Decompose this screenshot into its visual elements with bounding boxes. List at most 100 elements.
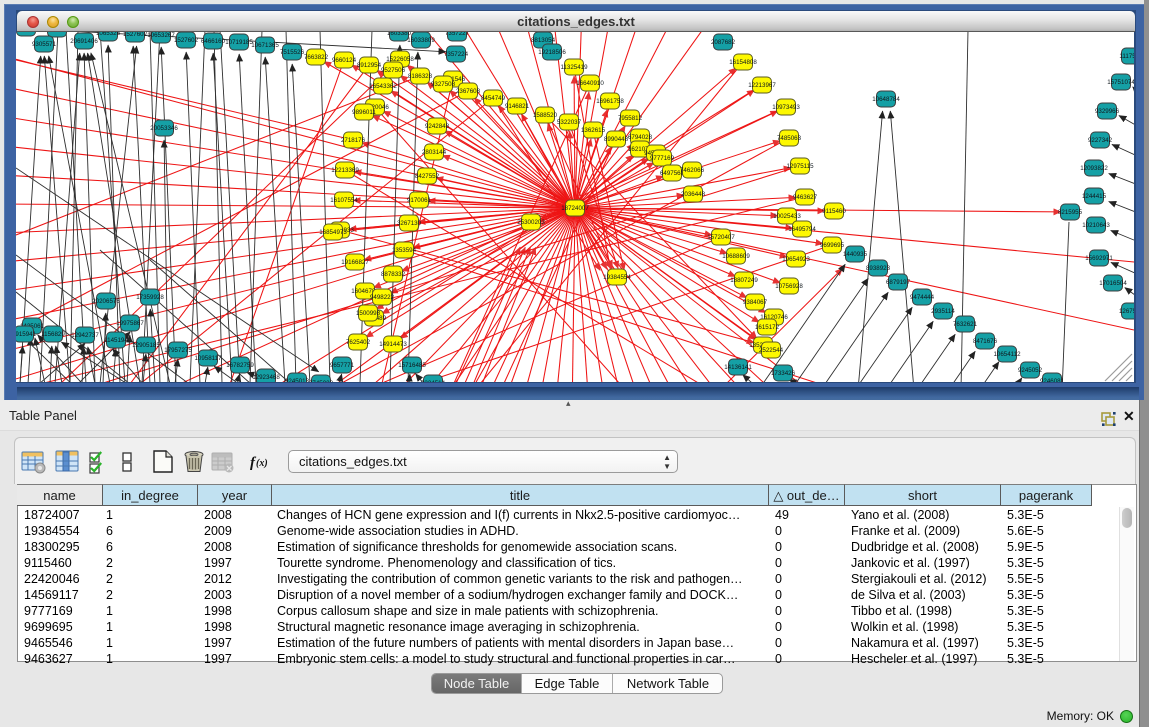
svg-text:10654112: 10654112 xyxy=(993,351,1021,358)
svg-text:1362615: 1362615 xyxy=(581,127,606,134)
svg-text:2718176: 2718176 xyxy=(341,137,366,144)
svg-text:7485063: 7485063 xyxy=(777,135,802,142)
svg-text:10958117: 10958117 xyxy=(194,355,222,362)
svg-text:7663822: 7663822 xyxy=(304,54,329,61)
svg-text:10688609: 10688609 xyxy=(722,253,750,260)
svg-text:10025433: 10025433 xyxy=(773,213,801,220)
svg-text:20206576: 20206576 xyxy=(92,298,120,305)
svg-text:19166827: 19166827 xyxy=(341,259,369,266)
svg-text:15751074: 15751074 xyxy=(1107,79,1134,86)
svg-text:7955812: 7955812 xyxy=(618,115,643,122)
svg-text:9660124: 9660124 xyxy=(332,57,357,64)
svg-text:8745032: 8745032 xyxy=(309,380,334,382)
svg-text:9463627: 9463627 xyxy=(793,194,818,201)
svg-text:16107554: 16107554 xyxy=(330,197,358,204)
svg-text:17359928: 17359928 xyxy=(136,294,164,301)
svg-text:9329966: 9329966 xyxy=(1095,108,1120,115)
svg-text:16495794: 16495794 xyxy=(788,226,816,233)
svg-text:9245013: 9245013 xyxy=(285,378,310,382)
svg-text:1588520: 1588520 xyxy=(533,112,558,119)
svg-text:2087682: 2087682 xyxy=(711,39,736,46)
svg-text:1733426: 1733426 xyxy=(771,370,796,377)
svg-text:1527602: 1527602 xyxy=(174,37,199,44)
svg-text:9896011: 9896011 xyxy=(352,109,376,116)
svg-text:1440935: 1440935 xyxy=(843,251,868,258)
svg-text:16961758: 16961758 xyxy=(596,98,624,105)
svg-text:9170061: 9170061 xyxy=(407,197,432,204)
svg-text:9699695: 9699695 xyxy=(820,242,845,249)
svg-text:9227342: 9227342 xyxy=(1088,137,1113,144)
svg-text:9527506: 9527506 xyxy=(381,67,406,74)
svg-text:6794028: 6794028 xyxy=(628,134,653,141)
svg-text:9777169: 9777169 xyxy=(650,155,675,162)
svg-text:12213967: 12213967 xyxy=(748,82,776,89)
svg-text:1527602: 1527602 xyxy=(123,32,148,38)
svg-text:9305571: 9305571 xyxy=(32,41,57,48)
svg-text:1117574: 1117574 xyxy=(1119,53,1134,60)
svg-text:7357224: 7357224 xyxy=(444,51,469,58)
svg-text:7357227: 7357227 xyxy=(445,32,470,37)
svg-text:1615172: 1615172 xyxy=(755,324,780,331)
svg-text:25300203: 25300203 xyxy=(517,219,545,226)
svg-text:8878332: 8878332 xyxy=(381,271,406,278)
svg-text:12213369: 12213369 xyxy=(331,167,359,174)
svg-text:16543362: 16543362 xyxy=(369,83,397,90)
svg-text:8186328: 8186328 xyxy=(408,73,433,80)
svg-text:1244415: 1244415 xyxy=(1082,193,1107,200)
svg-text:8215955: 8215955 xyxy=(1058,209,1083,216)
svg-text:10671365: 10671365 xyxy=(251,42,279,49)
svg-text:1500998: 1500998 xyxy=(356,310,381,317)
svg-text:16640910: 16640910 xyxy=(576,80,604,87)
svg-text:9246081: 9246081 xyxy=(1040,378,1065,382)
svg-text:2069140: 2069140 xyxy=(45,32,70,33)
svg-text:2522544: 2522544 xyxy=(759,347,784,354)
svg-text:12923468: 12923468 xyxy=(252,374,280,381)
svg-text:12093822: 12093822 xyxy=(1080,165,1108,172)
svg-text:12942737: 12942737 xyxy=(71,332,99,339)
svg-text:10719185: 10719185 xyxy=(225,39,253,46)
svg-text:12975115: 12975115 xyxy=(786,163,814,170)
svg-text:1353594: 1353594 xyxy=(392,247,417,254)
svg-text:15692971: 15692971 xyxy=(1085,255,1113,262)
svg-text:8938923: 8938923 xyxy=(866,265,891,272)
svg-text:9498222: 9498222 xyxy=(370,294,395,301)
svg-text:9327508: 9327508 xyxy=(431,81,456,88)
svg-text:1156829: 1156829 xyxy=(41,331,65,338)
svg-text:2367608: 2367608 xyxy=(456,88,481,95)
svg-text:5322037: 5322037 xyxy=(557,119,582,126)
svg-text:1267533: 1267533 xyxy=(1119,308,1134,315)
svg-text:1145194: 1145194 xyxy=(104,337,128,344)
svg-text:3915941: 3915941 xyxy=(16,331,37,338)
svg-text:9324514: 9324514 xyxy=(421,380,446,382)
svg-text:10973493: 10973493 xyxy=(772,104,800,111)
svg-text:14914473: 14914473 xyxy=(379,341,407,348)
svg-text:9474444: 9474444 xyxy=(910,294,935,301)
svg-text:7462066: 7462066 xyxy=(680,167,705,174)
svg-text:16854973: 16854973 xyxy=(319,229,347,236)
svg-text:20691406: 20691406 xyxy=(70,38,98,45)
svg-text:3267130: 3267130 xyxy=(397,220,422,227)
svg-text:19654923: 19654923 xyxy=(782,256,810,263)
svg-text:9657771: 9657771 xyxy=(330,362,355,369)
svg-text:11325419: 11325419 xyxy=(560,64,588,71)
svg-text:7632621: 7632621 xyxy=(953,321,978,328)
svg-text:16154808: 16154808 xyxy=(729,59,757,66)
svg-text:9384067: 9384067 xyxy=(743,299,768,306)
svg-text:18724007: 18724007 xyxy=(561,205,589,212)
svg-text:2803144: 2803144 xyxy=(422,149,447,156)
svg-text:8912954: 8912954 xyxy=(357,62,382,69)
svg-text:16782759: 16782759 xyxy=(226,362,254,369)
svg-text:9115460: 9115460 xyxy=(822,208,846,215)
svg-text:12905185: 12905185 xyxy=(132,342,160,349)
svg-text:10653267: 10653267 xyxy=(147,32,175,39)
svg-text:2935114: 2935114 xyxy=(931,308,955,315)
svg-text:19975867: 19975867 xyxy=(116,320,144,327)
svg-text:2036448: 2036448 xyxy=(681,191,706,198)
svg-text:9245052: 9245052 xyxy=(1018,367,1043,374)
svg-text:8990448: 8990448 xyxy=(604,136,629,143)
svg-text:9146821: 9146821 xyxy=(505,103,530,110)
svg-text:16033809: 16033809 xyxy=(407,37,435,44)
svg-text:7515526: 7515526 xyxy=(280,49,305,56)
svg-text:(x): (x) xyxy=(256,458,268,469)
svg-text:17957275: 17957275 xyxy=(164,347,192,354)
